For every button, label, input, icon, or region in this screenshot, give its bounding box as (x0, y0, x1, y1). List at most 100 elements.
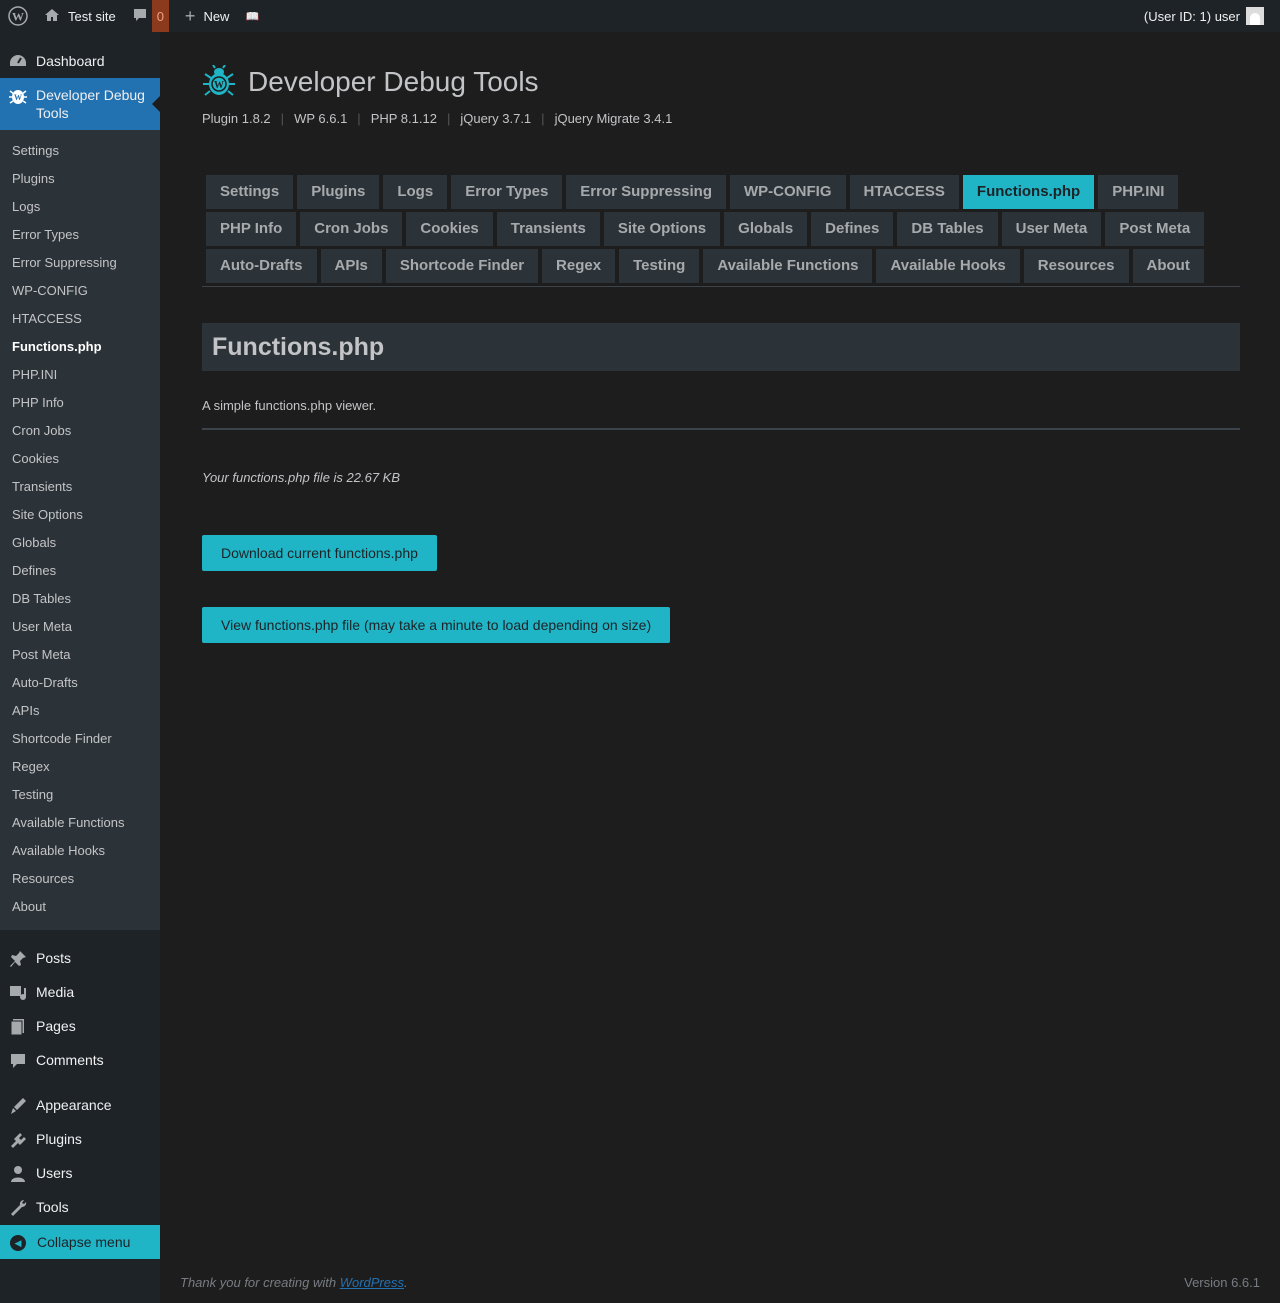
menu-pages[interactable]: Pages (0, 1009, 160, 1043)
download-functions-button[interactable]: Download current functions.php (202, 535, 437, 571)
tab-resources[interactable]: Resources (1023, 249, 1129, 283)
submenu-item-error-suppressing[interactable]: Error Suppressing (0, 249, 160, 277)
version-item: PHP 8.1.12 (370, 111, 437, 126)
tab-available-hooks[interactable]: Available Hooks (876, 249, 1020, 283)
bug-logo-icon: W (203, 65, 235, 96)
tab-transients[interactable]: Transients (496, 212, 600, 246)
submenu-item-about[interactable]: About (0, 893, 160, 921)
tab-bar: Settings Plugins Logs Error Types Error Supp… (202, 175, 1240, 287)
page-header: W Developer Debug Tools (202, 65, 1240, 99)
submenu-item-site-options[interactable]: Site Options (0, 501, 160, 529)
svg-text:W: W (12, 10, 24, 24)
site-name-link[interactable]: Test site (36, 0, 124, 32)
tab-php-ini[interactable]: PHP.INI (1098, 175, 1179, 209)
submenu-item-plugins[interactable]: Plugins (0, 165, 160, 193)
tab-logs[interactable]: Logs (383, 175, 448, 209)
tab-user-meta[interactable]: User Meta (1001, 212, 1102, 246)
tab-shortcode-finder[interactable]: Shortcode Finder (385, 249, 539, 283)
submenu-item-cron-jobs[interactable]: Cron Jobs (0, 417, 160, 445)
view-functions-button[interactable]: View functions.php file (may take a minu… (202, 607, 671, 643)
tab-auto-drafts[interactable]: Auto-Drafts (206, 249, 317, 283)
submenu-item-php-info[interactable]: PHP Info (0, 389, 160, 417)
submenu-item-user-meta[interactable]: User Meta (0, 613, 160, 641)
svg-text:W: W (14, 93, 22, 102)
submenu-item-auto-drafts[interactable]: Auto-Drafts (0, 669, 160, 697)
submenu-item-functions-php[interactable]: Functions.php (0, 333, 160, 361)
tab-php-info[interactable]: PHP Info (206, 212, 297, 246)
collapse-menu-label: Collapse menu (37, 1234, 131, 1250)
site-name: Test site (68, 8, 116, 24)
tab-wp-config[interactable]: WP-CONFIG (730, 175, 846, 209)
tab-cron-jobs[interactable]: Cron Jobs (300, 212, 403, 246)
menu-media[interactable]: Media (0, 975, 160, 1009)
tab-cookies[interactable]: Cookies (406, 212, 493, 246)
wordpress-logo-icon[interactable]: W (0, 0, 36, 32)
tab-defines[interactable]: Defines (811, 212, 894, 246)
menu-tools[interactable]: Tools (0, 1190, 160, 1224)
submenu-item-available-hooks[interactable]: Available Hooks (0, 837, 160, 865)
menu-developer-debug-tools[interactable]: W Developer Debug Tools (0, 78, 160, 130)
menu-users[interactable]: Users (0, 1156, 160, 1190)
new-label: New (203, 8, 230, 24)
version-item: jQuery 3.7.1 (460, 111, 532, 126)
tab-plugins[interactable]: Plugins (297, 175, 380, 209)
tab-error-types[interactable]: Error Types (451, 175, 563, 209)
submenu-item-shortcode-finder[interactable]: Shortcode Finder (0, 725, 160, 753)
footer-version: Version 6.6.1 (1184, 1275, 1260, 1290)
pin-icon (8, 950, 28, 967)
menu-dashboard[interactable]: Dashboard (0, 44, 160, 78)
footer-thanks-prefix: Thank you for creating with (180, 1275, 340, 1290)
users-icon (8, 1165, 28, 1182)
tab-error-suppressing[interactable]: Error Suppressing (566, 175, 726, 209)
submenu-item-settings[interactable]: Settings (0, 137, 160, 165)
submenu-item-transients[interactable]: Transients (0, 473, 160, 501)
comments-link[interactable]: 0 (124, 0, 169, 32)
new-content-link[interactable]: + New (169, 0, 238, 32)
submenu-item-wp-config[interactable]: WP-CONFIG (0, 277, 160, 305)
submenu-item-htaccess[interactable]: HTACCESS (0, 305, 160, 333)
collapse-arrow-icon: ◀ (10, 1235, 26, 1251)
tab-available-functions[interactable]: Available Functions (703, 249, 873, 283)
menu-appearance-label: Appearance (36, 1097, 112, 1113)
submenu-item-testing[interactable]: Testing (0, 781, 160, 809)
main-content: W Developer Debug Tools Plugin 1.8.2 | WP … (202, 32, 1240, 643)
submenu-item-defines[interactable]: Defines (0, 557, 160, 585)
collapse-menu-button[interactable]: ◀ Collapse menu (0, 1225, 160, 1259)
media-icon (8, 984, 28, 1000)
tab-apis[interactable]: APIs (320, 249, 382, 283)
version-item: jQuery Migrate 3.4.1 (554, 111, 673, 126)
wordpress-link[interactable]: WordPress (340, 1275, 404, 1290)
menu-appearance[interactable]: Appearance (0, 1088, 160, 1122)
submenu-item-db-tables[interactable]: DB Tables (0, 585, 160, 613)
book-icon[interactable]: 📖 (237, 0, 267, 32)
submenu-item-logs[interactable]: Logs (0, 193, 160, 221)
user-account-link[interactable]: (User ID: 1) user (1136, 0, 1272, 32)
submenu-item-available-functions[interactable]: Available Functions (0, 809, 160, 837)
submenu-item-php-ini[interactable]: PHP.INI (0, 361, 160, 389)
submenu-item-resources[interactable]: Resources (0, 865, 160, 893)
tab-globals[interactable]: Globals (724, 212, 808, 246)
tab-db-tables[interactable]: DB Tables (897, 212, 998, 246)
divider (202, 428, 1240, 430)
submenu-item-post-meta[interactable]: Post Meta (0, 641, 160, 669)
tab-htaccess[interactable]: HTACCESS (849, 175, 959, 209)
menu-comments[interactable]: Comments (0, 1043, 160, 1077)
svg-text:W: W (214, 80, 224, 91)
tab-regex[interactable]: Regex (542, 249, 616, 283)
menu-dashboard-label: Dashboard (36, 53, 105, 69)
submenu-item-apis[interactable]: APIs (0, 697, 160, 725)
tab-functions-php[interactable]: Functions.php (962, 175, 1095, 209)
tab-about[interactable]: About (1132, 249, 1204, 283)
tab-testing[interactable]: Testing (619, 249, 700, 283)
submenu-item-cookies[interactable]: Cookies (0, 445, 160, 473)
menu-plugins[interactable]: Plugins (0, 1122, 160, 1156)
menu-posts[interactable]: Posts (0, 941, 160, 975)
version-separator: | (357, 111, 361, 126)
menu-group-content: Posts Media Pages Comments (0, 941, 160, 1077)
submenu-item-regex[interactable]: Regex (0, 753, 160, 781)
tab-site-options[interactable]: Site Options (603, 212, 721, 246)
tab-post-meta[interactable]: Post Meta (1105, 212, 1205, 246)
submenu-item-error-types[interactable]: Error Types (0, 221, 160, 249)
submenu-item-globals[interactable]: Globals (0, 529, 160, 557)
tab-settings[interactable]: Settings (206, 175, 294, 209)
